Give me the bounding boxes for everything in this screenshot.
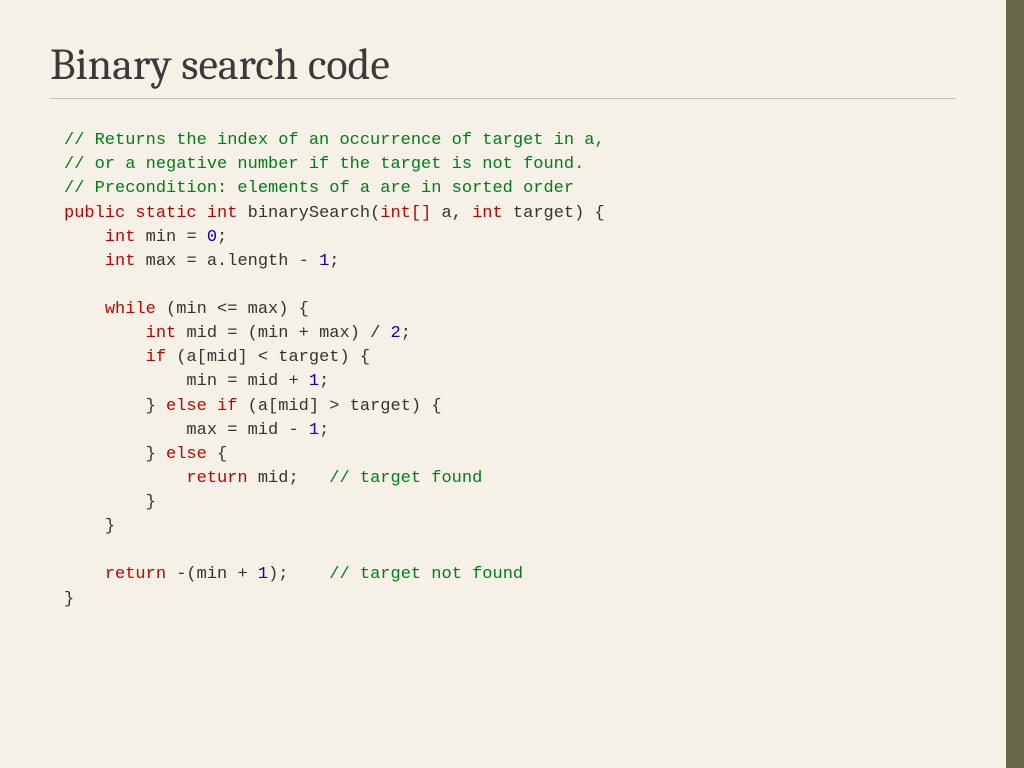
code-punct: ( [370,204,380,223]
code-identifier: target [513,204,574,223]
code-punct: ( [248,397,258,416]
code-identifier: mid [186,324,217,343]
code-punct: ; [278,565,288,584]
code-comment: // or a negative number if the target is… [64,155,584,174]
code-number: 1 [309,372,319,391]
code-keyword: else [166,397,207,416]
code-keyword: int [472,204,503,223]
code-punct: <= [217,300,237,319]
code-punct: { [595,204,605,223]
code-keyword: int[] [380,204,431,223]
code-punct: = [227,421,237,440]
code-punct: { [360,348,370,367]
code-keyword: int [105,252,136,271]
code-identifier: binarySearch [248,204,370,223]
code-punct: = [186,228,196,247]
code-number: 1 [258,565,268,584]
code-keyword: static [135,204,196,223]
code-region: // Returns the index of an occurrence of… [0,111,1006,612]
code-punct: ( [176,348,186,367]
code-punct: = [186,252,196,271]
code-keyword: while [105,300,156,319]
code-punct: < [258,348,268,367]
code-identifier: target [350,397,411,416]
code-identifier: min [258,324,289,343]
code-identifier: min [186,372,217,391]
code-punct: } [146,397,156,416]
code-identifier: max [186,421,217,440]
code-keyword: int [105,228,136,247]
code-keyword: if [217,397,237,416]
code-identifier: max [248,300,279,319]
title-underline [50,98,956,99]
code-punct: ) [350,324,360,343]
code-punct: ) [268,565,278,584]
code-identifier: max [146,252,177,271]
code-keyword: public [64,204,125,223]
code-identifier: a.length [207,252,289,271]
code-punct: ) [339,348,349,367]
code-keyword: if [146,348,166,367]
code-punct: ; [329,252,339,271]
code-punct: ( [166,300,176,319]
code-punct: + [288,372,298,391]
code-identifier: a [442,204,452,223]
code-punct: - [299,252,309,271]
code-punct: ; [401,324,411,343]
code-punct: { [299,300,309,319]
code-punct: } [64,590,74,609]
code-punct: } [146,493,156,512]
code-punct: ; [319,421,329,440]
code-punct: { [217,445,227,464]
code-keyword: int [207,204,238,223]
code-punct: ) [411,397,421,416]
slide-side-accent [1006,0,1024,768]
code-comment: // target not found [329,565,523,584]
code-punct: } [146,445,156,464]
code-number: 0 [207,228,217,247]
code-comment: // Returns the index of an occurrence of… [64,131,605,150]
code-identifier: mid [248,372,279,391]
code-identifier: a[mid] [186,348,247,367]
code-punct: = [227,324,237,343]
code-identifier: max [319,324,350,343]
code-punct: { [431,397,441,416]
code-punct: ) [574,204,584,223]
code-identifier: min [197,565,228,584]
code-keyword: int [146,324,177,343]
code-punct: + [237,565,247,584]
code-identifier: target [278,348,339,367]
code-identifier: min [146,228,177,247]
code-punct: = [227,372,237,391]
slide-title: Binary search code [50,42,956,98]
code-punct: -( [176,565,196,584]
code-punct: ( [248,324,258,343]
code-identifier: a[mid] [258,397,319,416]
code-identifier: mid [248,421,279,440]
code-keyword: return [105,565,166,584]
code-punct: ; [288,469,298,488]
code-punct: + [299,324,309,343]
code-punct: } [105,517,115,536]
code-punct: , [452,204,462,223]
code-punct: ; [319,372,329,391]
code-punct: ) [278,300,288,319]
code-number: 1 [309,421,319,440]
code-comment: // target found [329,469,482,488]
code-identifier: mid [258,469,289,488]
code-keyword: return [186,469,247,488]
code-block: // Returns the index of an occurrence of… [64,129,956,612]
code-identifier: min [176,300,207,319]
code-punct: / [370,324,380,343]
code-punct: ; [217,228,227,247]
code-number: 1 [319,252,329,271]
code-keyword: else [166,445,207,464]
code-number: 2 [391,324,401,343]
title-region: Binary search code [0,0,1006,111]
code-comment: // Precondition: elements of a are in so… [64,179,574,198]
code-punct: - [288,421,298,440]
slide-canvas: Binary search code // Returns the index … [0,0,1006,768]
code-punct: > [329,397,339,416]
